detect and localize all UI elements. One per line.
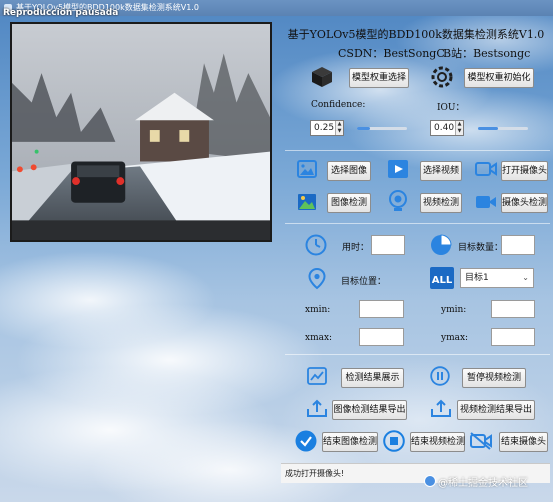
watermark-logo-icon: [424, 475, 436, 487]
cube-icon: [310, 65, 334, 89]
camera-frame-image: [12, 24, 270, 240]
model-select-button[interactable]: 模型权重选择: [349, 68, 409, 88]
confidence-slider-fill: [357, 127, 370, 130]
pause-video-button[interactable]: 暂停视频检测: [462, 368, 526, 388]
confidence-label: Confidence:: [311, 100, 366, 110]
iou-label: IOU：: [437, 103, 465, 113]
watermark: @稀土掘金技术社区: [438, 478, 528, 489]
select-image-button[interactable]: 选择图像: [327, 161, 371, 181]
end-camera-button[interactable]: 结束摄像头: [499, 432, 548, 452]
end-image-button[interactable]: 结束图像检测: [322, 432, 378, 452]
open-camera-button[interactable]: 打开摄像头: [501, 161, 548, 181]
export-video-button[interactable]: 视频检测结果导出: [457, 400, 535, 420]
divider: [285, 354, 550, 355]
count-label: 目标数量：: [458, 243, 504, 253]
camera-filled-icon: [475, 193, 497, 211]
xmin-label: xmin:: [305, 305, 331, 315]
status-text: 成功打开摄像头!: [285, 469, 345, 478]
line-chart-icon: [307, 367, 327, 385]
time-label: 用时：: [342, 243, 370, 253]
time-field[interactable]: [371, 235, 405, 255]
csdn-label: CSDN：BestSongC: [338, 47, 445, 60]
ymin-label: ymin:: [441, 305, 467, 315]
iou-value: 0.40: [434, 123, 455, 133]
clock-icon: [305, 234, 327, 256]
xmax-field[interactable]: [359, 328, 404, 346]
confidence-spinbox[interactable]: 0.25 ▲ ▼: [310, 120, 344, 136]
divider: [285, 150, 550, 151]
ymin-field[interactable]: [491, 300, 535, 318]
divider: [285, 223, 550, 224]
camera-off-icon: [470, 432, 492, 450]
gear-icon: [430, 65, 454, 89]
iou-spinbox[interactable]: 0.40 ▲ ▼: [430, 120, 464, 136]
image-detect-button[interactable]: 图像检测: [327, 193, 371, 213]
camera-detect-button[interactable]: 摄像头检测: [501, 193, 548, 213]
video-file-icon: [387, 158, 409, 180]
playback-paused-label: Reproducción pausada: [3, 8, 119, 18]
upload-icon: [307, 399, 327, 417]
webcam-icon: [388, 190, 408, 212]
xmax-label: xmax:: [305, 333, 333, 343]
picture-icon: [297, 193, 317, 211]
model-init-button[interactable]: 模型权重初始化: [464, 68, 534, 88]
end-video-button[interactable]: 结束视频检测: [410, 432, 465, 452]
ymax-label: ymax:: [441, 333, 469, 343]
check-circle-icon: [295, 430, 317, 452]
bilibili-label: B站：Bestsongc: [443, 47, 531, 60]
chevron-down-icon: ⌄: [522, 273, 529, 282]
system-title: 基于YOLOv5模型的BDD100k数据集检测系统V1.0: [287, 28, 545, 41]
all-icon: ALL: [430, 267, 454, 289]
xmin-field[interactable]: [359, 300, 404, 318]
pause-icon: [430, 366, 450, 386]
target-select-value: 目标1: [465, 273, 489, 283]
position-label: 目标位置：: [341, 277, 387, 287]
iou-slider-fill: [478, 127, 498, 130]
upload-icon: [431, 399, 451, 417]
ymax-field[interactable]: [491, 328, 535, 346]
count-field[interactable]: [501, 235, 535, 255]
svg-text:ALL: ALL: [432, 275, 453, 286]
video-detect-button[interactable]: 视频检测: [420, 193, 462, 213]
stop-circle-icon: [383, 430, 405, 452]
spin-arrows-icon[interactable]: ▲ ▼: [335, 121, 343, 135]
location-pin-icon: [308, 268, 326, 290]
spin-arrows-icon[interactable]: ▲ ▼: [455, 121, 463, 135]
target-select[interactable]: 目标1 ⌄: [460, 268, 534, 288]
show-result-button[interactable]: 检测结果展示: [341, 368, 404, 388]
select-video-button[interactable]: 选择视频: [420, 161, 462, 181]
camera-outline-icon: [475, 160, 497, 178]
confidence-value: 0.25: [314, 123, 335, 133]
export-image-button[interactable]: 图像检测结果导出: [332, 400, 407, 420]
pie-chart-icon: [430, 234, 452, 256]
video-display: [10, 22, 272, 242]
image-icon: [297, 160, 317, 178]
